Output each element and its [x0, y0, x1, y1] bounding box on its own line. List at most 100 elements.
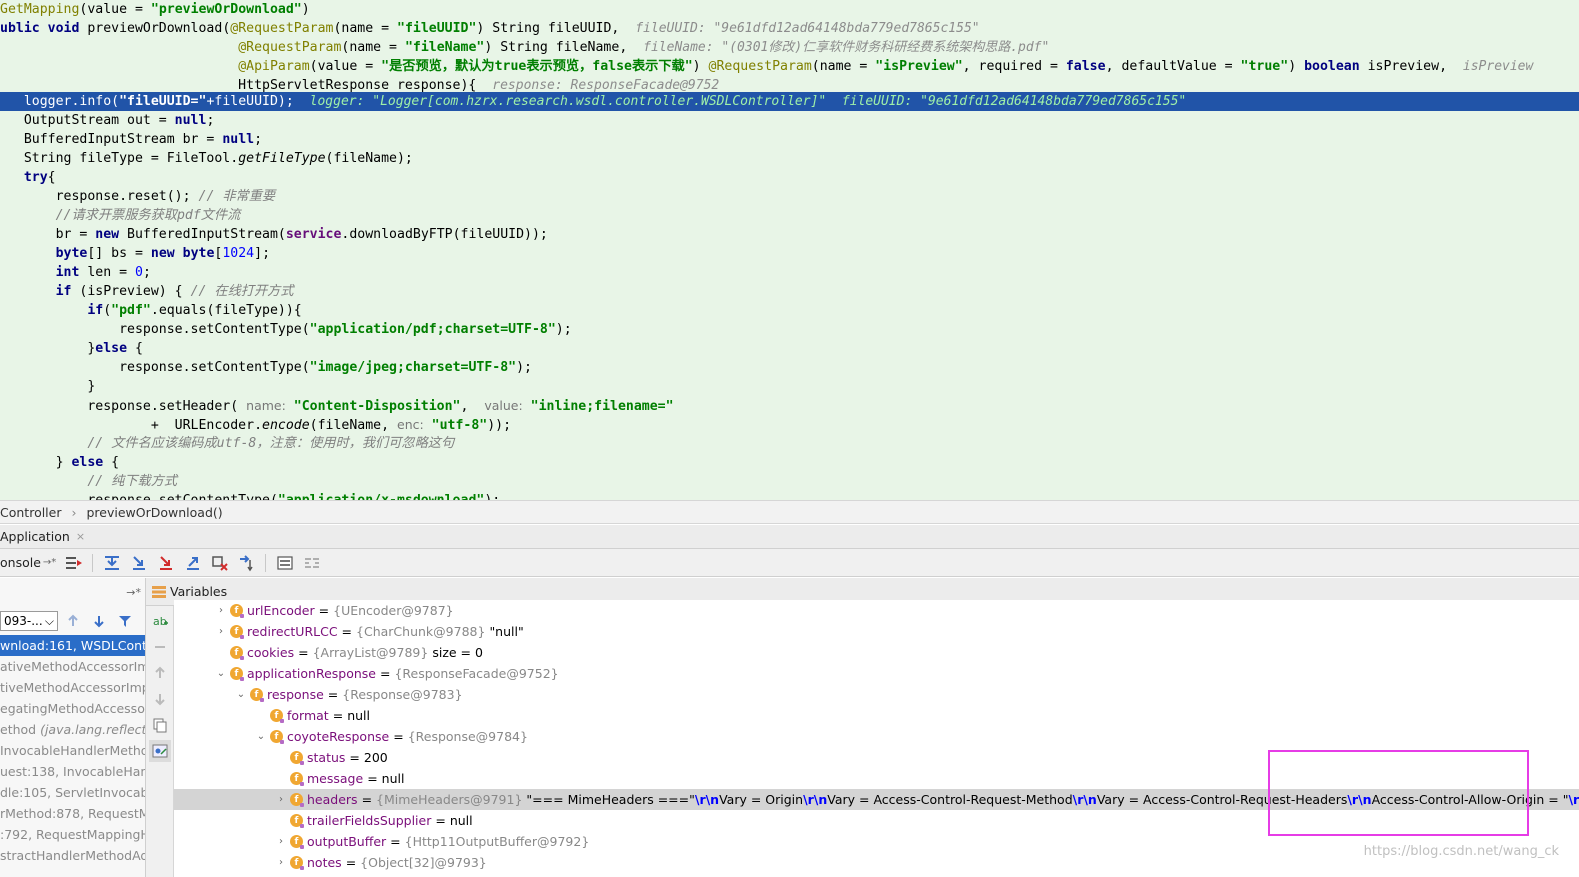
code-token: response.setContentType( — [0, 322, 310, 337]
equals-sign: = — [298, 645, 309, 660]
stack-frame-label: egatingMethodAccessorI — [0, 701, 145, 716]
code-editor[interactable]: GetMapping(value = "previewOrDownload") u… — [0, 0, 1579, 500]
code-line[interactable]: BufferedInputStream br = null; — [0, 130, 1579, 149]
code-line[interactable]: response.setHeader( name: "Content-Dispo… — [0, 396, 1579, 415]
trace-stream-icon[interactable] — [301, 553, 323, 573]
arrow-down-icon[interactable] — [88, 611, 110, 631]
code-token: GetMapping — [0, 2, 80, 17]
breadcrumb-class[interactable]: Controller — [0, 505, 62, 520]
pin-icon[interactable]: →* — [126, 586, 141, 599]
field-icon: f — [290, 814, 304, 828]
code-line[interactable]: try{ — [0, 168, 1579, 187]
variable-row-message[interactable]: f message = null — [174, 768, 1579, 789]
variable-row-coyoteResponse[interactable]: ⌄ f coyoteResponse = {Response@9784} — [174, 726, 1579, 747]
pin-icon[interactable]: →* — [43, 557, 56, 568]
code-line[interactable]: br = new BufferedInputStream(service.dow… — [0, 225, 1579, 244]
thread-select[interactable]: 093-... ⌵ — [0, 611, 58, 631]
stack-frame[interactable]: ethod (java.lang.reflect) — [0, 719, 145, 740]
close-icon[interactable]: × — [76, 530, 85, 543]
code-line[interactable]: response.setContentType("application/pdf… — [0, 320, 1579, 339]
code-line[interactable]: + URLEncoder.encode(fileName, enc: "utf-… — [0, 415, 1579, 434]
evaluate-expression-icon[interactable] — [274, 553, 296, 573]
step-into-icon[interactable] — [128, 553, 150, 573]
breadcrumb-method[interactable]: previewOrDownload() — [87, 505, 223, 520]
code-token: encode — [262, 418, 310, 433]
variable-row-applicationResponse[interactable]: ⌄ f applicationResponse = {ResponseFacade@97… — [174, 663, 1579, 684]
variable-row-urlEncoder[interactable]: › f urlEncoder = {UEncoder@9787} — [174, 600, 1579, 621]
tab-application[interactable]: Application × — [0, 525, 93, 548]
code-line-current[interactable]: logger.info("fileUUID="+fileUUID); logge… — [0, 92, 1579, 111]
code-line[interactable]: @RequestParam(name = "fileName") String … — [0, 38, 1579, 57]
stack-frame[interactable]: ativeMethodAccessorImpl — [0, 656, 145, 677]
stack-frame[interactable]: stractHandlerMethodAdap — [0, 845, 145, 866]
code-line[interactable]: if (isPreview) { // 在线打开方式 — [0, 282, 1579, 301]
code-line[interactable]: if("pdf".equals(fileType)){ — [0, 301, 1579, 320]
code-line[interactable]: // 文件名应该编码成utf-8，注意：使用时，我们可忽略这句 — [0, 434, 1579, 453]
stack-frame[interactable]: rMethod:878, RequestMa — [0, 803, 145, 824]
breadcrumb: Controller › previewOrDownload() — [0, 500, 1579, 524]
step-out-icon[interactable] — [182, 553, 204, 573]
code-token: else — [95, 341, 135, 356]
code-line[interactable]: @ApiParam(value = "是否预览，默认为true表示预览，fals… — [0, 57, 1579, 76]
settings-view-icon[interactable] — [149, 740, 171, 762]
step-over-icon[interactable] — [101, 553, 123, 573]
drop-frame-icon[interactable] — [209, 553, 231, 573]
stack-frame[interactable]: dle:105, ServletInvocable — [0, 782, 145, 803]
console-tab[interactable]: onsole — [0, 555, 41, 570]
code-line[interactable]: //请求开票服务获取pdf文件流 — [0, 206, 1579, 225]
variable-row-format[interactable]: f format = null — [174, 705, 1579, 726]
variables-tree[interactable]: › f urlEncoder = {UEncoder@9787} › f redirectUR… — [174, 600, 1579, 877]
move-up-icon[interactable] — [149, 662, 171, 684]
variable-row-response[interactable]: ⌄ f response = {Response@9783} — [174, 684, 1579, 705]
move-down-icon[interactable] — [149, 688, 171, 710]
code-line[interactable]: ublic void previewOrDownload(@RequestPar… — [0, 19, 1579, 38]
expand-toggle-icon[interactable]: › — [274, 794, 288, 805]
expand-toggle-icon[interactable]: › — [274, 836, 288, 847]
field-icon: f — [230, 625, 244, 639]
stack-frame[interactable]: uest:138, InvocableHandl — [0, 761, 145, 782]
expand-toggle-icon[interactable]: › — [214, 626, 228, 637]
code-line[interactable]: OutputStream out = null; — [0, 111, 1579, 130]
code-line[interactable]: }else { — [0, 339, 1579, 358]
variable-row-trailerFieldsSupplier[interactable]: f trailerFieldsSupplier = null — [174, 810, 1579, 831]
code-line[interactable]: response.reset(); // 非常重要 — [0, 187, 1579, 206]
value-text: "=== MimeHeaders ===" — [526, 792, 695, 807]
stack-frame[interactable]: tiveMethodAccessorImpl — [0, 677, 145, 698]
parameter-hint: value: — [484, 398, 523, 413]
code-line[interactable]: // 纯下载方式 — [0, 472, 1579, 491]
code-line[interactable]: } else { — [0, 453, 1579, 472]
variable-row-cookies[interactable]: f cookies = {ArrayList@9789} size = 0 — [174, 642, 1579, 663]
expand-toggle-icon[interactable]: ⌄ — [214, 668, 228, 679]
arrow-up-icon[interactable] — [62, 611, 84, 631]
copy-icon[interactable] — [149, 714, 171, 736]
code-line[interactable]: byte[] bs = new byte[1024]; — [0, 244, 1579, 263]
code-line[interactable]: GetMapping(value = "previewOrDownload") — [0, 0, 1579, 19]
code-line[interactable]: String fileType = FileTool.getFileType(f… — [0, 149, 1579, 168]
stack-frame[interactable]: InvocableHandlerMetho — [0, 740, 145, 761]
variable-row-headers[interactable]: › f headers = {MimeHeaders@9791} "=== MimeHea… — [174, 789, 1579, 810]
svg-text:ab: ab — [153, 615, 167, 628]
code-line[interactable]: } — [0, 377, 1579, 396]
expand-toggle-icon[interactable]: ⌄ — [234, 689, 248, 700]
code-line[interactable]: int len = 0; — [0, 263, 1579, 282]
stack-frame[interactable]: egatingMethodAccessorI — [0, 698, 145, 719]
show-execution-point-icon[interactable] — [63, 553, 85, 573]
remove-watch-icon[interactable] — [149, 636, 171, 658]
new-watch-icon[interactable]: ab — [149, 610, 171, 632]
variable-name: outputBuffer — [307, 834, 387, 849]
force-step-into-icon[interactable] — [155, 553, 177, 573]
variable-row-redirectURLCC[interactable]: › f redirectURLCC = {CharChunk@9788} "null" — [174, 621, 1579, 642]
code-line[interactable]: response.setContentType("application/x-m… — [0, 491, 1579, 500]
stack-frame[interactable]: :792, RequestMappingHa — [0, 824, 145, 845]
stack-frame[interactable]: wnload:161, WSDLControl — [0, 635, 145, 656]
filter-icon[interactable] — [114, 611, 136, 631]
variable-row-status[interactable]: f status = 200 — [174, 747, 1579, 768]
variable-value: size = 0 — [432, 645, 483, 660]
expand-toggle-icon[interactable]: › — [274, 857, 288, 868]
expand-toggle-icon[interactable]: ⌄ — [254, 731, 268, 742]
expand-toggle-icon[interactable]: › — [214, 605, 228, 616]
code-line[interactable]: response.setContentType("image/jpeg;char… — [0, 358, 1579, 377]
run-to-cursor-icon[interactable] — [236, 553, 258, 573]
equals-sign: = — [361, 792, 373, 807]
